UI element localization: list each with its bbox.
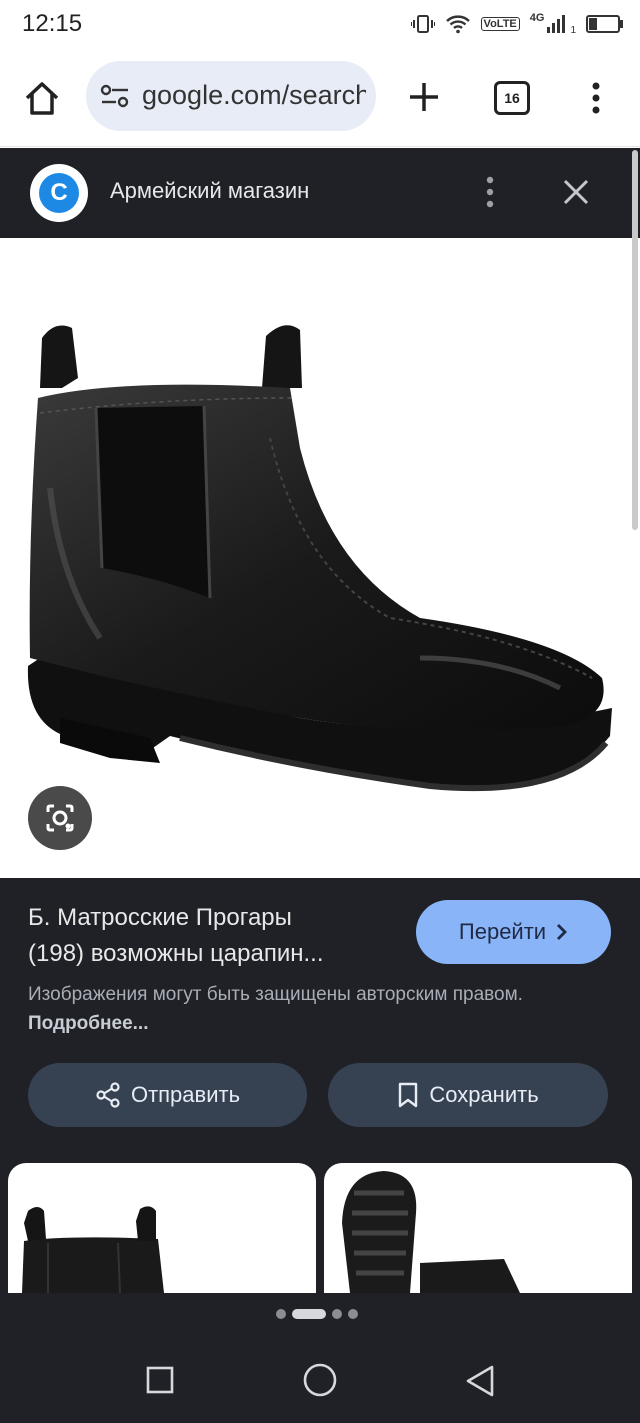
more-vert-icon[interactable] xyxy=(478,174,502,210)
bookmark-icon xyxy=(399,1082,418,1108)
image-title-line-1: Б. Матросские Прогары xyxy=(28,904,292,931)
recent-apps-icon[interactable] xyxy=(146,1366,174,1394)
learn-more-link[interactable]: Подробнее... xyxy=(28,1013,148,1034)
related-image-thumbnail[interactable] xyxy=(324,1163,632,1293)
sim-slot-label: 1 xyxy=(570,24,576,36)
boot-thumbnail xyxy=(22,1206,164,1293)
network-gen-label: 4G xyxy=(529,12,545,24)
share-button-label: Отправить xyxy=(130,1082,241,1107)
boot-sole-thumbnail xyxy=(342,1171,520,1293)
related-image-thumbnail[interactable] xyxy=(8,1163,316,1293)
share-icon xyxy=(96,1082,120,1108)
image-title-line-2: (198) возможны царапин... xyxy=(28,940,324,967)
site-logo: C xyxy=(30,164,88,222)
volte-badge: VoLTE xyxy=(480,17,520,31)
battery-icon xyxy=(586,15,623,33)
carousel-dot-active[interactable] xyxy=(292,1309,326,1319)
vibrate-icon xyxy=(410,15,435,33)
status-time: 12:15 xyxy=(22,10,83,37)
carousel-dot[interactable] xyxy=(332,1309,342,1319)
copyright-text: Изображения могут быть защищены авторски… xyxy=(28,984,523,1005)
site-logo-letter: C xyxy=(39,173,79,213)
signal-icon xyxy=(547,15,566,33)
close-icon[interactable] xyxy=(560,176,592,208)
image-title[interactable]: Б. Матросские Прогары (198) возможны цар… xyxy=(28,900,398,972)
url-text[interactable]: google.com/search xyxy=(142,80,366,111)
image-panel-header xyxy=(0,148,640,238)
copyright-notice: Изображения могут быть защищены авторски… xyxy=(28,980,588,1038)
save-button[interactable]: Сохранить xyxy=(328,1063,608,1127)
google-lens-button[interactable] xyxy=(28,786,92,850)
visit-button-label: Перейти xyxy=(458,919,547,944)
back-triangle-icon[interactable] xyxy=(464,1364,496,1398)
save-button-label: Сохранить xyxy=(429,1082,539,1107)
google-lens-icon xyxy=(46,804,74,832)
share-button[interactable]: Отправить xyxy=(28,1063,307,1127)
visit-button[interactable]: Перейти xyxy=(416,900,611,964)
chevron-right-icon xyxy=(557,924,568,940)
status-icons: VoLTE 4G 1 xyxy=(410,10,623,38)
carousel-dot[interactable] xyxy=(276,1309,286,1319)
tab-switcher-button[interactable]: 16 xyxy=(494,81,530,115)
wifi-icon xyxy=(445,15,470,34)
carousel-indicator xyxy=(276,1308,366,1320)
home-icon[interactable] xyxy=(22,79,62,119)
more-vert-icon[interactable] xyxy=(580,80,612,116)
boot-image xyxy=(27,325,612,792)
site-name[interactable]: Армейский магазин xyxy=(110,178,309,204)
carousel-dot[interactable] xyxy=(348,1309,358,1319)
new-tab-icon[interactable] xyxy=(404,77,444,117)
scrollbar[interactable] xyxy=(632,150,638,530)
preview-image[interactable] xyxy=(0,238,640,878)
site-settings-icon[interactable] xyxy=(100,82,130,110)
home-circle-icon[interactable] xyxy=(302,1362,338,1398)
